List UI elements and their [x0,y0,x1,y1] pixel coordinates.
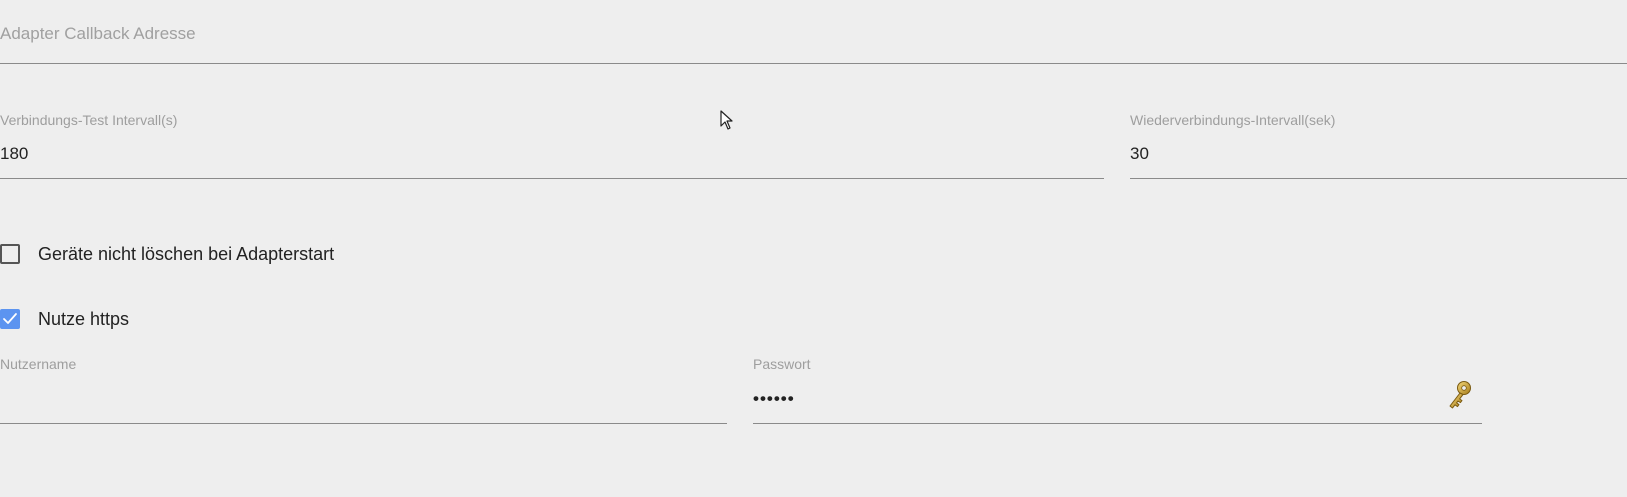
use-https-checkbox-row[interactable]: Nutze https [0,307,140,331]
keep-devices-label[interactable]: Geräte nicht löschen bei Adapterstart [38,243,334,265]
reconnect-interval-label: Wiederverbindungs-Intervall(sek) [1130,112,1336,128]
keep-devices-checkbox[interactable] [0,244,20,264]
checkmark-icon [3,313,17,324]
username-label: Nutzername [0,356,77,372]
callback-address-field[interactable]: Adapter Callback Adresse [0,20,1627,64]
callback-address-placeholder: Adapter Callback Adresse [0,24,196,43]
password-label: Passwort [753,356,811,372]
callback-address-underline [0,63,1627,64]
connection-test-interval-underline [0,178,1104,179]
use-https-label[interactable]: Nutze https [38,308,129,330]
keep-devices-checkbox-row[interactable]: Geräte nicht löschen bei Adapterstart [0,242,340,266]
connection-test-interval-label: Verbindungs-Test Intervall(s) [0,112,178,128]
reconnect-interval-field[interactable]: Wiederverbindungs-Intervall(sek) 30 [1130,112,1627,180]
reconnect-interval-underline [1130,178,1627,179]
connection-test-interval-value[interactable]: 180 [0,144,28,164]
key-icon[interactable] [1447,380,1473,410]
use-https-checkbox[interactable] [0,309,20,329]
connection-test-interval-field[interactable]: Verbindungs-Test Intervall(s) 180 [0,112,1104,180]
password-field[interactable]: Passwort •••••• [753,356,1482,426]
username-field[interactable]: Nutzername [0,356,727,426]
password-underline [753,423,1482,424]
username-underline [0,423,727,424]
password-value[interactable]: •••••• [753,389,795,409]
reconnect-interval-value[interactable]: 30 [1130,144,1149,164]
